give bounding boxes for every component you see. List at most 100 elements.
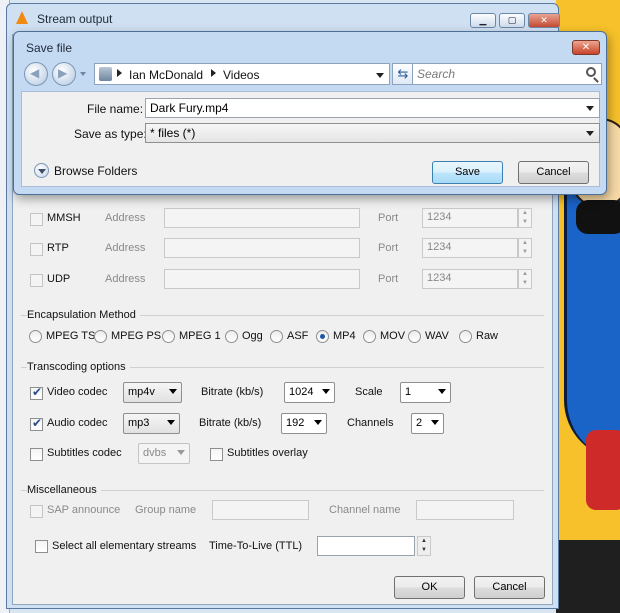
rtp-port-input[interactable]: 1234 [422,238,518,258]
vlc-cone-icon [16,11,28,24]
browse-folders-expand-icon[interactable] [34,163,49,178]
channel-name-input[interactable] [416,500,514,520]
save-dialog-cancel-button[interactable]: Cancel [518,161,589,184]
breadcrumb-separator-icon [211,69,216,77]
mmsh-port-spinner[interactable]: ▲ ▼ [518,208,532,228]
rtp-port-label: Port [378,242,399,254]
audio-codec-select[interactable]: mp3 [123,413,180,434]
chevron-down-icon [438,389,446,394]
radio-ogg[interactable] [225,330,238,343]
sap-announce-checkbox[interactable] [30,505,43,518]
cancel-button[interactable]: Cancel [474,576,545,599]
recent-pages-chevron-icon[interactable] [80,72,86,76]
rtp-checkbox[interactable] [30,243,43,256]
radio-wav-label: WAV [425,330,449,342]
mmsh-label: MMSH [47,212,81,224]
video-codec-checkbox[interactable] [30,385,43,400]
rtp-port-spinner[interactable]: ▲ ▼ [518,238,532,258]
scale-label: Scale [355,386,383,398]
rtp-address-input[interactable] [164,238,360,258]
refresh-icon: ⇆ [397,66,409,81]
mmsh-address-input[interactable] [164,208,360,228]
audio-bitrate-select[interactable]: 192 [281,413,327,434]
ttl-spinner[interactable]: ▲ ▼ [417,536,431,556]
radio-wav[interactable] [408,330,421,343]
chevron-down-icon [322,389,330,394]
chevron-down-icon [177,450,185,455]
folder-icon [99,67,112,81]
chevron-down-icon [169,389,177,394]
save-file-dialog: Save file ✕ ◀ ▶ Ian McDonald Videos ⇆ Se… [13,31,607,195]
chevron-down-icon [586,131,594,136]
radio-mpeg-1-label: MPEG 1 [179,330,221,342]
mmsh-checkbox[interactable] [30,213,43,226]
radio-mpeg-ts[interactable] [29,330,42,343]
radio-asf[interactable] [270,330,283,343]
save-as-type-label: Save as type: [74,127,147,141]
radio-mpeg-ps[interactable] [94,330,107,343]
video-codec-select[interactable]: mp4v [123,382,182,403]
save-dialog-close-button[interactable]: ✕ [572,40,600,55]
save-button[interactable]: Save [432,161,503,184]
browse-folders-label[interactable]: Browse Folders [54,164,137,178]
save-dialog-body: File name: Dark Fury.mp4 Save as type: *… [21,91,600,187]
radio-raw[interactable] [459,330,472,343]
subtitles-codec-checkbox[interactable] [30,448,43,461]
udp-port-label: Port [378,273,399,285]
file-name-input[interactable]: Dark Fury.mp4 [145,98,600,118]
breadcrumb-videos[interactable]: Videos [223,68,259,82]
address-dropdown-icon[interactable] [376,73,384,78]
misc-title: Miscellaneous [27,484,101,496]
group-name-input[interactable] [212,500,309,520]
radio-ogg-label: Ogg [242,330,263,342]
rtp-label: RTP [47,242,69,254]
save-as-type-select[interactable]: * files (*) [145,123,600,143]
radio-mp4-label: MP4 [333,330,356,342]
rtp-address-label: Address [105,242,146,254]
subtitles-codec-label: Subtitles codec [47,447,122,459]
udp-port-input[interactable]: 1234 [422,269,518,289]
channels-select[interactable]: 2 [411,413,444,434]
radio-mpeg-ps-label: MPEG PS [111,330,162,342]
minimize-button[interactable]: ▁ [470,13,496,28]
select-all-streams-checkbox[interactable] [35,540,48,553]
window-title: Stream output [37,12,113,26]
subtitles-overlay-checkbox[interactable] [210,448,223,461]
udp-checkbox[interactable] [30,274,43,287]
mmsh-port-input[interactable]: 1234 [422,208,518,228]
transcoding-title: Transcoding options [27,361,130,373]
stream-output-titlebar[interactable]: Stream output ▁ ▢ ✕ [13,4,560,32]
subtitles-codec-select[interactable]: dvbs [138,443,190,464]
radio-mov[interactable] [363,330,376,343]
back-arrow-icon: ◀ [30,66,40,80]
close-button[interactable]: ✕ [528,13,560,28]
ttl-label: Time-To-Live (TTL) [209,540,303,552]
breadcrumb-user[interactable]: Ian McDonald [129,68,203,82]
ttl-input[interactable] [317,536,415,556]
radio-mp4[interactable] [316,330,329,343]
chevron-down-icon [314,420,322,425]
file-name-label: File name: [87,102,144,116]
refresh-button[interactable]: ⇆ [392,63,414,85]
channels-label: Channels [347,417,394,429]
audio-codec-label: Audio codec [47,417,108,429]
ok-button[interactable]: OK [394,576,465,599]
scale-select[interactable]: 1 [400,382,451,403]
select-all-streams-label: Select all elementary streams [52,540,197,552]
address-bar[interactable]: Ian McDonald Videos [94,63,390,85]
forward-button[interactable]: ▶ [52,62,76,86]
audio-bitrate-label: Bitrate (kb/s) [199,417,262,429]
maximize-button[interactable]: ▢ [499,13,525,28]
radio-mpeg-1[interactable] [162,330,175,343]
radio-raw-label: Raw [476,330,499,342]
udp-address-input[interactable] [164,269,360,289]
radio-asf-label: ASF [287,330,309,342]
video-bitrate-select[interactable]: 1024 [284,382,335,403]
chevron-down-icon [586,106,594,111]
chevron-down-icon [431,420,439,425]
search-input[interactable]: Search [412,63,602,85]
udp-port-spinner[interactable]: ▲ ▼ [518,269,532,289]
udp-label: UDP [47,273,71,285]
audio-codec-checkbox[interactable] [30,416,43,431]
back-button[interactable]: ◀ [24,62,48,86]
